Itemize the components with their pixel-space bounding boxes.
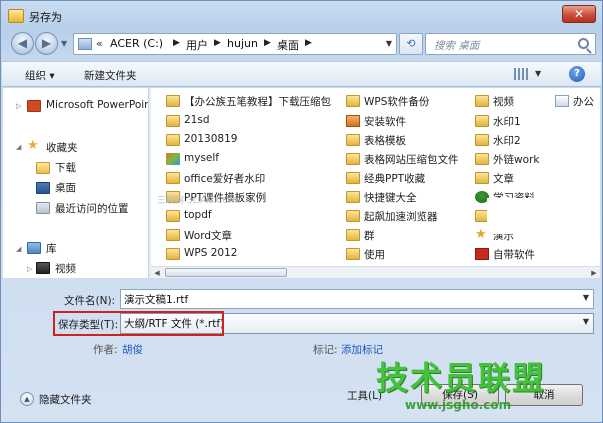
horizontal-scrollbar[interactable]: ◀ ▶	[151, 266, 600, 278]
folder-icon	[346, 153, 360, 165]
watermark-logo: 技术员联盟	[376, 359, 547, 397]
breadcrumb-users[interactable]: 用户	[186, 37, 208, 53]
folder-icon	[166, 210, 180, 222]
close-button[interactable]: ✕	[562, 5, 596, 23]
star-icon: ★	[27, 138, 39, 153]
forward-button[interactable]: ▶	[35, 32, 58, 55]
folder-icon	[475, 153, 489, 165]
sidebar-item-videos[interactable]: 视频	[55, 261, 76, 276]
folder-icon	[475, 115, 489, 127]
recent-places-icon	[36, 202, 50, 214]
library-icon	[27, 242, 41, 254]
installer-icon	[346, 115, 360, 127]
scrollbar-thumb[interactable]	[165, 268, 287, 277]
back-button[interactable]: ◀	[11, 32, 34, 55]
shortcut-icon	[166, 153, 180, 165]
organize-menu[interactable]: 组织 ▾	[25, 68, 55, 83]
folder-icon	[346, 191, 360, 203]
tags-label: 标记:	[313, 344, 338, 356]
title-bar: 另存为 ✕	[1, 1, 602, 31]
folder-icon	[78, 38, 92, 50]
sidebar-item-libraries[interactable]: 库	[46, 241, 57, 256]
sidebar-item-powerpoint[interactable]: Microsoft PowerPoint	[46, 99, 148, 111]
author-value[interactable]: 胡俊	[122, 342, 143, 357]
shortcut-icon	[555, 95, 569, 107]
collapse-arrow-icon[interactable]: ◢	[16, 143, 21, 151]
refresh-button[interactable]: ⟲	[399, 33, 423, 55]
view-dropdown-icon[interactable]: ▼	[535, 69, 541, 78]
folder-icon	[166, 229, 180, 241]
chevron-right-icon[interactable]: ▶	[173, 38, 180, 48]
breadcrumb-drive[interactable]: ACER (C:)	[110, 37, 163, 50]
address-dropdown-icon[interactable]: ▼	[386, 39, 392, 48]
window-title: 另存为	[29, 11, 62, 24]
file-list: 【办公族五笔教程】下载压缩包 21sd 20130819 myself offi…	[151, 88, 600, 266]
new-folder-button[interactable]: 新建文件夹	[84, 68, 137, 83]
chevron-down-icon[interactable]: ▼	[583, 293, 589, 302]
watermark-url: www.jsgho.com	[405, 398, 512, 412]
author-label: 作者:	[93, 344, 118, 356]
chevron-right-icon[interactable]: ▶	[264, 38, 271, 48]
folder-icon	[166, 172, 180, 184]
address-bar[interactable]: « ACER (C:) ▶ 用户 ▶ hujun ▶ 桌面 ▶ ▼	[73, 33, 397, 55]
chevron-up-icon[interactable]: ▲	[20, 392, 34, 406]
sidebar-item-downloads[interactable]: 下载	[55, 160, 76, 175]
folder-icon	[346, 229, 360, 241]
folder-icon	[346, 210, 360, 222]
filename-value: 演示文稿1.rtf	[124, 294, 189, 306]
search-icon[interactable]	[578, 38, 589, 49]
expand-arrow-icon[interactable]: ▷	[27, 265, 32, 273]
hide-folders-button[interactable]: 隐藏文件夹	[39, 392, 92, 407]
sidebar-item-desktop[interactable]: 桌面	[55, 180, 76, 195]
collapse-arrow-icon[interactable]: ◢	[16, 245, 21, 253]
sidebar-item-favorites[interactable]: 收藏夹	[46, 140, 78, 155]
folder-icon	[346, 95, 360, 107]
download-folder-icon	[36, 162, 50, 174]
history-dropdown-icon[interactable]: ▼	[61, 39, 67, 48]
powerpoint-icon	[27, 100, 41, 112]
save-as-dialog: 另存为 ✕ ◀ ▶ ▼ « ACER (C:) ▶ 用户 ▶ hujun ▶ 桌…	[0, 0, 603, 423]
folder-icon	[346, 172, 360, 184]
breadcrumb-overflow-icon[interactable]: «	[96, 37, 103, 50]
expand-arrow-icon[interactable]: ▷	[16, 102, 21, 110]
search-placeholder: 搜索 桌面	[434, 40, 480, 52]
folder-icon	[166, 134, 180, 146]
search-box[interactable]: 搜索 桌面	[425, 33, 596, 55]
save-form: 文件名(N): 演示文稿1.rtf ▼ 保存类型(T): 大纲/RTF 文件 (…	[2, 280, 601, 423]
help-icon[interactable]: ?	[569, 66, 585, 82]
desktop-icon	[36, 182, 50, 194]
folder-icon	[475, 95, 489, 107]
chevron-down-icon[interactable]: ▼	[583, 317, 589, 326]
folder-icon	[166, 95, 180, 107]
chevron-right-icon[interactable]: ▶	[214, 38, 221, 48]
chevron-right-icon[interactable]: ▶	[305, 38, 312, 48]
folder-icon	[475, 134, 489, 146]
breadcrumb-user[interactable]: hujun	[227, 37, 258, 50]
window-icon	[8, 9, 24, 23]
navigation-bar: ◀ ▶ ▼ « ACER (C:) ▶ 用户 ▶ hujun ▶ 桌面 ▶ ▼ …	[7, 31, 598, 57]
sidebar-item-recent[interactable]: 最近访问的位置	[55, 201, 129, 216]
filename-label: 文件名(N):	[64, 295, 116, 307]
app-icon	[475, 248, 489, 260]
highlight-box	[53, 311, 224, 336]
video-library-icon	[36, 262, 50, 274]
scroll-right-icon[interactable]: ▶	[588, 268, 600, 278]
command-bar: 组织 ▾ 新建文件夹 ▼ ?	[2, 61, 601, 87]
folder-icon	[475, 172, 489, 184]
blank-region	[487, 198, 600, 234]
folder-icon	[166, 115, 180, 127]
breadcrumb-desktop[interactable]: 桌面	[277, 37, 299, 53]
scroll-left-icon[interactable]: ◀	[151, 268, 163, 278]
watermark-text: 三联网 3LIAN.COM	[157, 196, 238, 206]
navigation-pane: ▷ Microsoft PowerPoint ◢ ★ 收藏夹 下载 桌面 最近访…	[3, 88, 148, 278]
folder-icon	[346, 248, 360, 260]
folder-icon	[166, 248, 180, 260]
view-options-icon[interactable]	[514, 68, 528, 80]
filename-field[interactable]: 演示文稿1.rtf ▼	[120, 289, 594, 309]
folder-icon	[346, 134, 360, 146]
